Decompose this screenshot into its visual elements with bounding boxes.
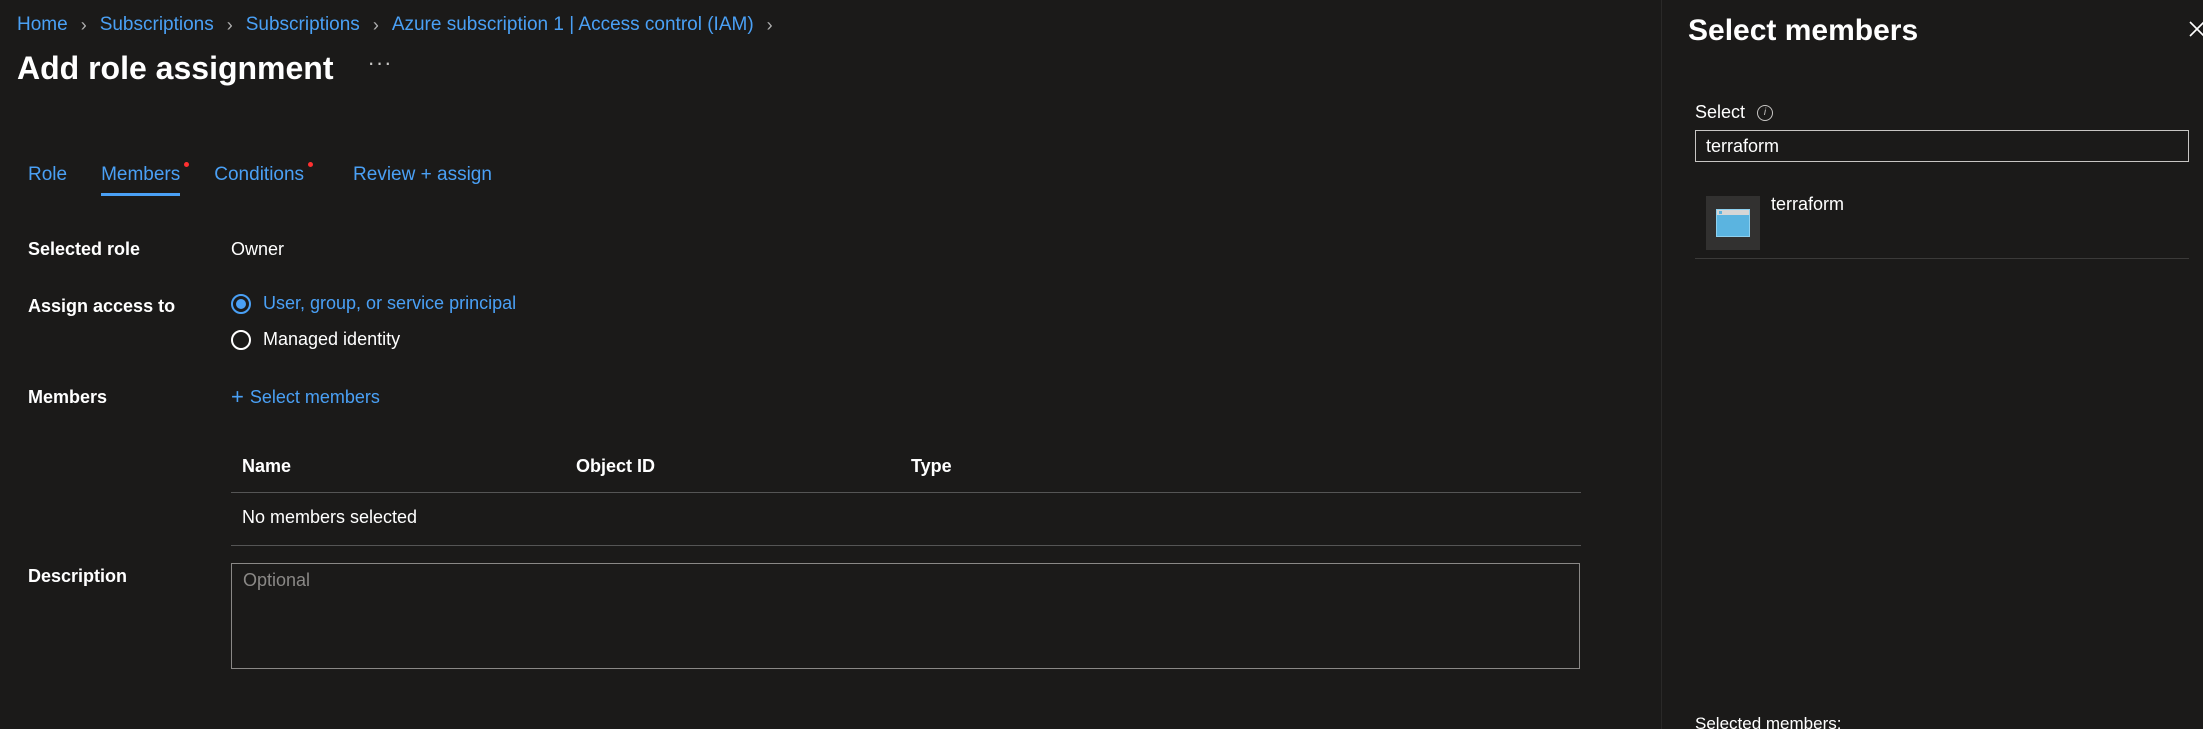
breadcrumb-access-control[interactable]: Azure subscription 1 | Access control (I… <box>392 14 754 36</box>
selected-role-value: Owner <box>231 239 285 259</box>
panel-title: Select members <box>1688 14 1919 47</box>
column-header-type[interactable]: Type <box>911 456 952 477</box>
chevron-right-icon: › <box>372 14 379 35</box>
chevron-right-icon: › <box>766 14 773 35</box>
tab-members-label: Members <box>101 164 181 185</box>
column-header-object-id[interactable]: Object ID <box>576 456 655 477</box>
selected-members-label: Selected members: <box>1695 714 1842 729</box>
radio-unchecked-icon[interactable] <box>231 329 251 350</box>
table-header: Name Object ID Type <box>231 446 1581 493</box>
description-label: Description <box>28 566 128 586</box>
description-field[interactable] <box>231 563 1580 669</box>
member-search-input[interactable] <box>1695 130 2189 162</box>
info-icon[interactable]: i <box>1757 104 1774 121</box>
tab-review-assign-label: Review + assign <box>353 164 492 185</box>
search-result-name: terraform <box>1771 194 1845 214</box>
tab-conditions-label: Conditions <box>214 164 305 185</box>
selected-role-label: Selected role <box>28 239 141 259</box>
radio-managed-identity-label: Managed identity <box>263 329 401 349</box>
required-dot-icon <box>184 162 190 167</box>
breadcrumb-home[interactable]: Home <box>17 14 68 36</box>
page-title: Add role assignment <box>17 50 334 86</box>
search-result-item[interactable]: terraform <box>1695 184 2189 259</box>
tab-role-label: Role <box>28 164 68 185</box>
table-row: No members selected <box>231 493 1581 546</box>
empty-state-text: No members selected <box>242 507 418 527</box>
radio-user-group-sp-label: User, group, or service principal <box>263 293 517 313</box>
plus-icon: + <box>231 384 244 409</box>
select-members-link-label: Select members <box>249 386 380 407</box>
main-content: Home › Subscriptions › Subscriptions › A… <box>0 0 1660 729</box>
select-label-row: Select i <box>1695 102 1774 123</box>
breadcrumb-subscriptions-2[interactable]: Subscriptions <box>246 14 360 36</box>
select-members-link[interactable]: + Select members <box>231 386 380 408</box>
tab-bar: Role Members Conditions Review + assign <box>28 162 526 196</box>
select-members-panel: Select members Select i terraform Select… <box>1661 0 2203 729</box>
column-header-name[interactable]: Name <box>242 456 291 477</box>
select-label: Select <box>1695 102 1746 122</box>
required-dot-icon <box>308 162 314 167</box>
title-row: Add role assignment ··· <box>17 50 392 87</box>
tab-conditions[interactable]: Conditions <box>214 162 314 196</box>
radio-checked-icon[interactable] <box>231 293 251 314</box>
members-table: Name Object ID Type No members selected <box>231 446 1581 546</box>
more-options-button[interactable]: ··· <box>368 50 393 76</box>
radio-managed-identity[interactable]: Managed identity <box>231 329 400 350</box>
tab-review-assign[interactable]: Review + assign <box>353 164 492 196</box>
tab-members[interactable]: Members <box>101 162 190 196</box>
page: Home › Subscriptions › Subscriptions › A… <box>0 0 2203 729</box>
app-registration-icon <box>1706 196 1760 250</box>
chevron-right-icon: › <box>226 14 233 35</box>
tab-role[interactable]: Role <box>28 164 67 196</box>
members-label: Members <box>28 387 108 407</box>
breadcrumb-subscriptions[interactable]: Subscriptions <box>100 14 214 36</box>
radio-user-group-sp[interactable]: User, group, or service principal <box>231 293 516 314</box>
assign-access-label: Assign access to <box>28 296 176 316</box>
breadcrumb: Home › Subscriptions › Subscriptions › A… <box>17 14 786 36</box>
close-icon[interactable] <box>2186 18 2203 40</box>
chevron-right-icon: › <box>80 14 87 35</box>
